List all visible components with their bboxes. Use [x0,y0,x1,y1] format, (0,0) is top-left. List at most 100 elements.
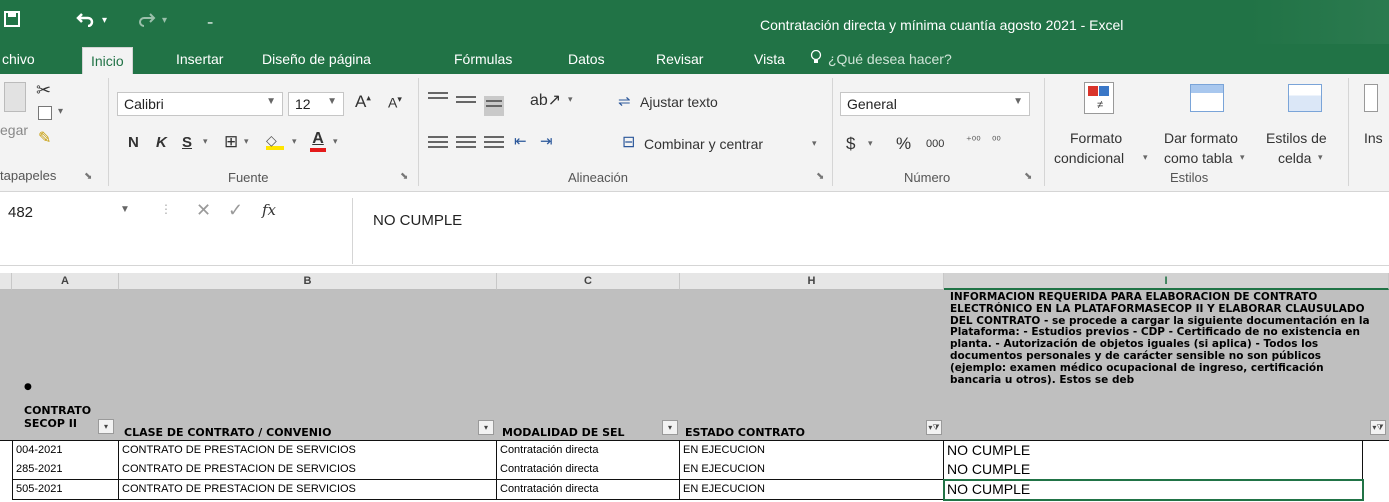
align-middle-icon[interactable] [456,96,476,110]
fill-color-icon[interactable]: ◇ [266,132,284,150]
clipboard-launcher-icon[interactable]: ⬊ [84,171,92,182]
number-launcher-icon[interactable]: ⬊ [1024,171,1032,182]
merge-center-icon[interactable]: ⊟ [622,132,635,152]
format-as-table-label-1[interactable]: Dar formato [1164,130,1238,146]
paste-icon[interactable] [4,82,26,112]
cell-estado[interactable]: EN EJECUCION [680,460,944,480]
copy-icon[interactable] [38,106,52,120]
align-bottom-icon[interactable] [484,96,504,116]
cell-contrato[interactable]: 505-2021 [12,480,119,500]
cell-informacion[interactable]: NO CUMPLE [944,480,1363,500]
format-as-table-icon[interactable] [1190,84,1224,112]
decrease-decimal-icon[interactable]: ⁰⁰ [992,134,1001,147]
align-right-icon[interactable] [484,136,504,150]
merge-center-button[interactable]: Combinar y centrar [644,136,763,152]
filter-active-button-i[interactable]: ▾⧩ [1370,420,1386,435]
cell-modalidad[interactable]: Contratación directa [497,460,680,480]
wrap-text-icon[interactable]: ⇌ [618,92,631,110]
column-header-a[interactable]: A [12,273,119,290]
cell-modalidad[interactable]: Contratación directa [497,441,680,461]
name-box[interactable]: 482 [0,200,140,226]
percent-button[interactable]: % [896,134,911,154]
insert-label[interactable]: Ins [1364,130,1383,146]
cancel-icon[interactable]: ✕ [196,200,211,221]
cell-clase[interactable]: CONTRATO DE PRESTACION DE SERVICIOS [119,480,497,500]
cut-icon[interactable]: ✂ [36,80,51,101]
bold-button[interactable]: N [128,134,139,151]
align-left-icon[interactable] [428,136,448,150]
customize-qat-icon[interactable]: ₌ [207,10,213,32]
decrease-font-icon[interactable]: A▾ [388,94,402,111]
tab-datos[interactable]: Datos [568,50,605,68]
alignment-launcher-icon[interactable]: ⬊ [816,171,824,182]
format-as-table-label-2[interactable]: como tabla [1164,150,1232,166]
column-header-c[interactable]: C [497,273,680,290]
increase-decimal-icon[interactable]: ⁺⁰⁰ [966,134,981,147]
copy-dropdown-icon[interactable]: ▾ [58,106,63,117]
currency-button[interactable]: $ [846,134,855,154]
filter-active-button-h[interactable]: ▾⧩ [926,420,942,435]
conditional-formatting-label-2[interactable]: condicional [1054,150,1124,166]
undo-icon[interactable] [76,10,94,32]
undo-dropdown-icon[interactable]: ▾ [102,10,107,32]
italic-button[interactable]: K [156,134,167,151]
decrease-indent-icon[interactable]: ⇤ [514,132,527,150]
name-box-dropdown-icon[interactable]: ▼ [120,204,130,215]
increase-indent-icon[interactable]: ⇥ [540,132,553,150]
cell-estado[interactable]: EN EJECUCION [680,441,944,461]
tab-inicio[interactable]: Inicio [82,47,133,74]
conditional-formatting-icon[interactable]: ≠ [1084,82,1114,114]
orientation-dropdown-icon[interactable]: ▾ [568,94,573,105]
wrap-text-button[interactable]: Ajustar texto [640,94,718,110]
tab-vista[interactable]: Vista [754,50,785,68]
tab-revisar[interactable]: Revisar [656,50,703,68]
number-format-combo[interactable]: General ▼ [840,92,1030,116]
insert-function-icon[interactable]: fx [262,201,276,219]
select-all-corner[interactable] [0,273,12,290]
align-top-icon[interactable] [428,92,448,106]
font-name-combo[interactable]: Calibri ▼ [117,92,283,116]
fill-color-dropdown-icon[interactable]: ▾ [292,136,297,147]
cell-estado[interactable]: EN EJECUCION [680,480,944,500]
cell-styles-icon[interactable] [1288,84,1322,112]
align-center-icon[interactable] [456,136,476,150]
column-header-i[interactable]: I [944,273,1389,290]
filter-button-c[interactable]: ▾ [662,420,678,435]
column-header-h[interactable]: H [680,273,944,290]
underline-dropdown-icon[interactable]: ▾ [203,136,208,147]
redo-dropdown-icon[interactable]: ▾ [162,10,167,32]
borders-icon[interactable]: ⊞ [224,132,238,152]
increase-font-icon[interactable]: A▴ [355,92,371,112]
font-size-combo[interactable]: 12 ▼ [288,92,344,116]
filter-button-b[interactable]: ▾ [478,420,494,435]
cell-modalidad[interactable]: Contratación directa [497,480,680,500]
tab-diseno-de-pagina[interactable]: Diseño de página [262,50,371,68]
merge-dropdown-icon[interactable]: ▾ [812,138,817,149]
paste-label[interactable]: egar [0,122,28,138]
cell-informacion[interactable]: NO CUMPLE [944,460,1363,480]
formula-input[interactable]: NO CUMPLE [352,198,1389,264]
cell-contrato[interactable]: 004-2021 [12,441,119,461]
column-header-b[interactable]: B [119,273,497,290]
font-launcher-icon[interactable]: ⬊ [400,171,408,182]
font-color-dropdown-icon[interactable]: ▾ [333,136,338,147]
filter-button-a[interactable]: ▾ [98,419,114,434]
cell-clase[interactable]: CONTRATO DE PRESTACION DE SERVICIOS [119,441,497,461]
format-painter-icon[interactable]: ✎ [38,128,51,148]
cell-styles-dropdown-icon[interactable]: ▾ [1318,152,1323,163]
cell-styles-label-1[interactable]: Estilos de [1266,130,1327,146]
conditional-formatting-label-1[interactable]: Formato [1070,130,1122,146]
tab-formulas[interactable]: Fórmulas [454,50,512,68]
save-icon[interactable] [4,10,20,32]
borders-dropdown-icon[interactable]: ▾ [244,136,249,147]
font-color-icon[interactable]: A [310,130,326,152]
enter-icon[interactable]: ✓ [228,200,243,221]
underline-button[interactable]: S [182,134,192,151]
cell-clase[interactable]: CONTRATO DE PRESTACION DE SERVICIOS [119,460,497,480]
currency-dropdown-icon[interactable]: ▾ [868,138,873,149]
cell-styles-label-2[interactable]: celda [1278,150,1311,166]
cell-contrato[interactable]: 285-2021 [12,460,119,480]
redo-icon[interactable] [138,10,156,32]
cell-informacion[interactable]: NO CUMPLE [944,441,1363,461]
conditional-dropdown-icon[interactable]: ▾ [1143,152,1148,163]
